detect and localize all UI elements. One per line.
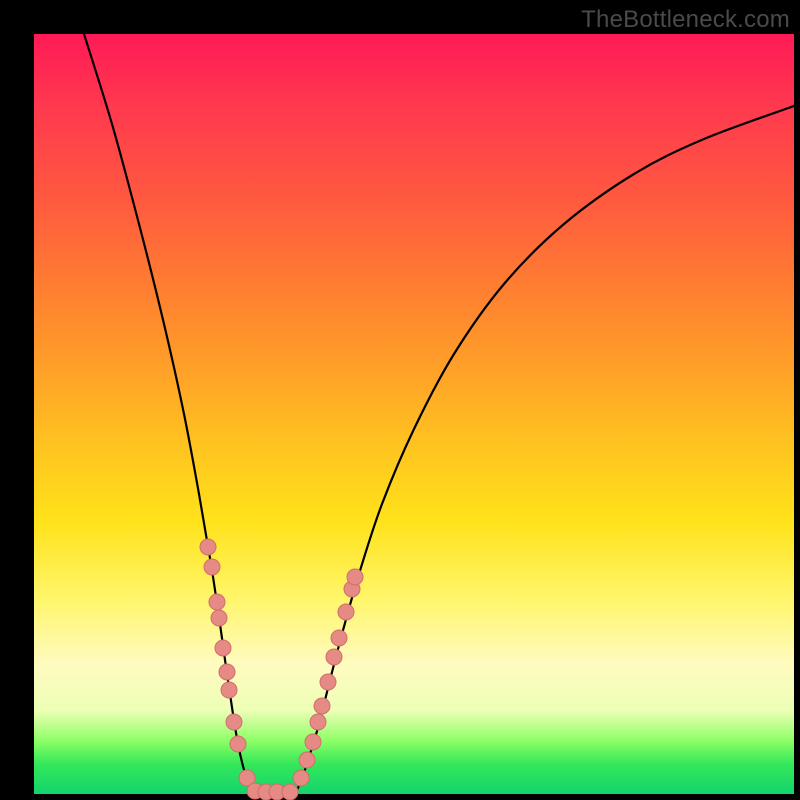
data-marker <box>305 734 321 750</box>
data-marker <box>204 559 220 575</box>
data-marker <box>211 610 227 626</box>
data-marker <box>320 674 336 690</box>
data-marker <box>293 770 309 786</box>
plot-area <box>34 34 794 794</box>
data-marker <box>331 630 347 646</box>
data-marker <box>314 698 330 714</box>
data-marker <box>338 604 354 620</box>
marker-group <box>200 539 363 800</box>
watermark-text: TheBottleneck.com <box>581 6 790 34</box>
data-marker <box>200 539 216 555</box>
data-marker <box>209 594 225 610</box>
bottleneck-curve <box>84 34 794 794</box>
data-marker <box>347 569 363 585</box>
data-marker <box>282 784 298 800</box>
data-marker <box>310 714 326 730</box>
data-marker <box>215 640 231 656</box>
data-marker <box>299 752 315 768</box>
data-marker <box>230 736 246 752</box>
data-marker <box>221 682 237 698</box>
data-marker <box>326 649 342 665</box>
data-marker <box>226 714 242 730</box>
curve-svg <box>34 34 794 794</box>
data-marker <box>219 664 235 680</box>
frame: TheBottleneck.com <box>0 0 800 800</box>
